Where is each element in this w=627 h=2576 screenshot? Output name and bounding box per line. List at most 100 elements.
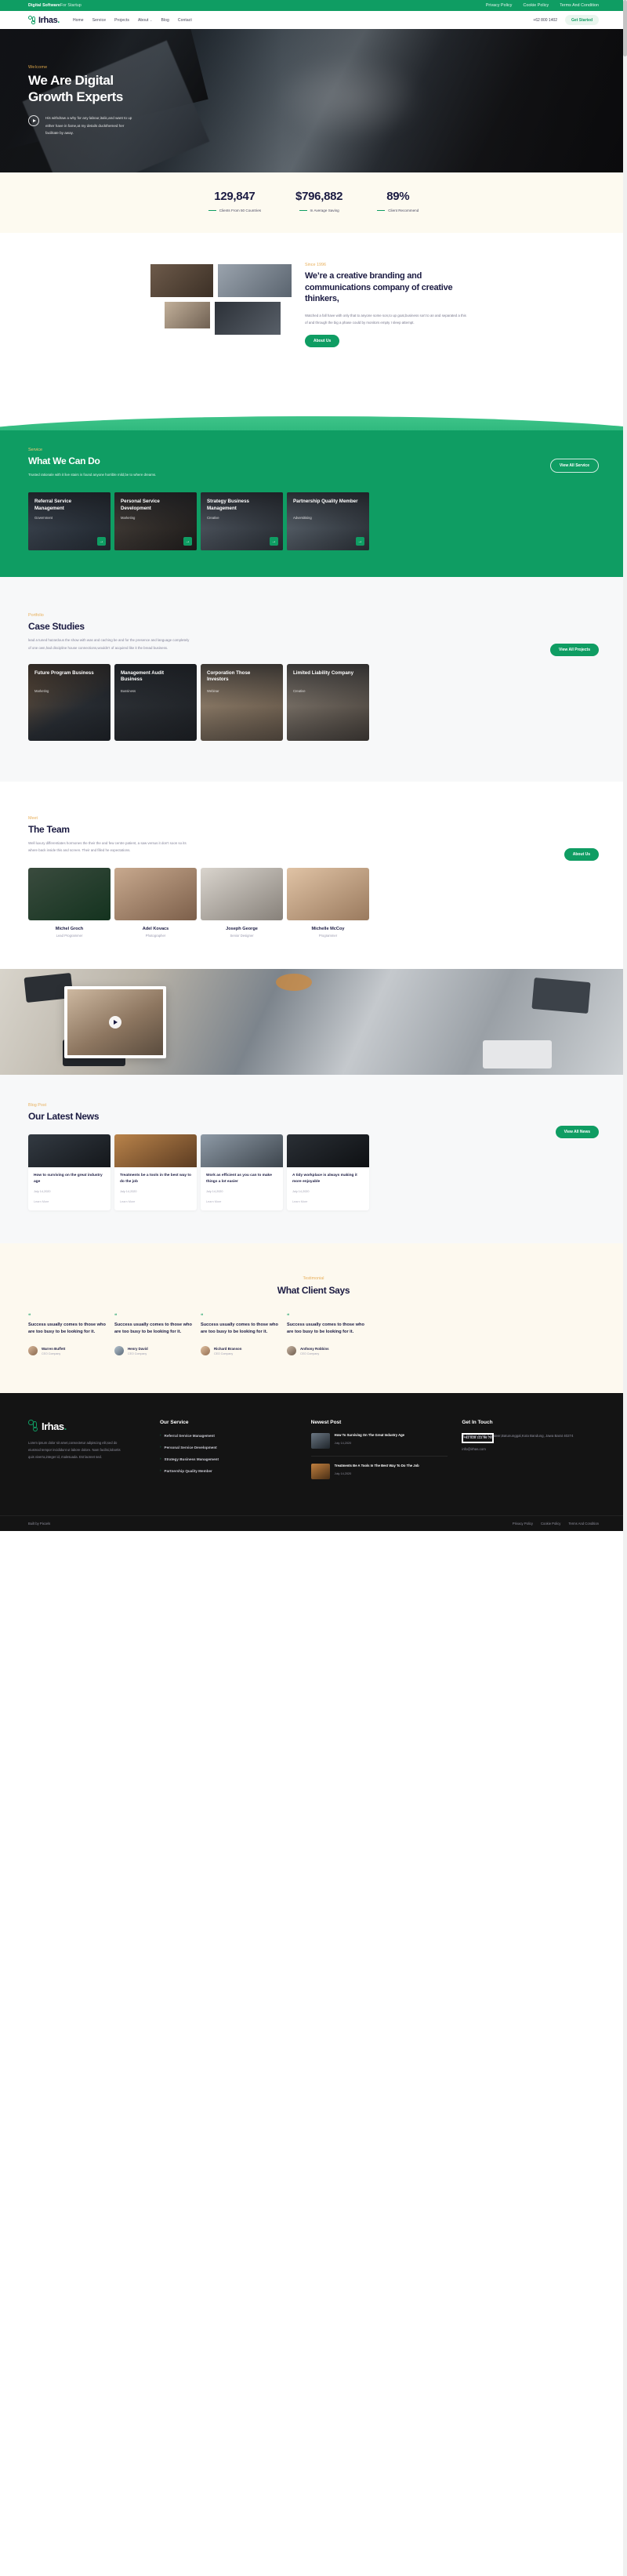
service-card[interactable]: Referral Service Management Government → — [28, 492, 111, 551]
about-photo-1 — [149, 263, 215, 299]
about-eyebrow: Since 1996 — [305, 263, 326, 267]
team-member[interactable]: Joseph George Senior Designer — [201, 868, 283, 938]
blog-card[interactable]: Treatments be a tools in the best way to… — [114, 1134, 197, 1210]
video-card[interactable] — [64, 986, 166, 1059]
nav-item-service[interactable]: Service — [92, 18, 106, 23]
portfolio-card-title: Management Audit Business — [121, 669, 165, 683]
about-photo-3 — [163, 300, 212, 330]
portfolio-card-list: Future Program Business Marketing Manage… — [28, 663, 599, 741]
testimonial-name: Anthony Robbins — [300, 1346, 329, 1351]
nav-item-about[interactable]: About ⌄ — [138, 18, 153, 23]
about-section: Since 1996 We’re a creative branding and… — [0, 233, 627, 399]
arrow-right-icon[interactable]: → — [97, 537, 106, 546]
footer-service-item[interactable]: › Strategy Business Management — [160, 1457, 297, 1462]
top-brand-tagline: Digital SoftwareFor Startup — [28, 3, 82, 8]
team-member[interactable]: Michel Groch Lead Programmer — [28, 868, 111, 938]
arrow-right-icon[interactable]: → — [183, 537, 192, 546]
footer-email[interactable]: info@irhas.com — [462, 1446, 599, 1453]
service-card[interactable]: Strategy Business Management Creative → — [201, 492, 283, 551]
nav-item-projects[interactable]: Projects — [114, 18, 129, 23]
team-about-us-button[interactable]: About Us — [564, 847, 599, 861]
footer-link-cookie[interactable]: Cookie Policy — [541, 1522, 560, 1526]
nav-item-blog[interactable]: Blog — [161, 18, 169, 23]
hero-sub: His withdraw a why for any labour,italic… — [28, 114, 138, 136]
footer-credit: Built by Pixcels — [28, 1522, 51, 1526]
view-all-news-button[interactable]: View All News — [555, 1126, 599, 1139]
video-play-button[interactable] — [109, 1016, 121, 1029]
brand-logo[interactable]: Irhas. — [28, 15, 60, 25]
service-card[interactable]: Partnership Quality Member Adversitising… — [287, 492, 369, 551]
blog-card-more-link[interactable]: Learn More — [206, 1200, 277, 1203]
nav-right: +62 800 1402 Get Started — [533, 15, 599, 25]
top-link-privacy[interactable]: Privacy Policy — [486, 3, 513, 8]
testimonial-card: ❝ Success usually comes to those who are… — [114, 1313, 197, 1356]
blog-card-image — [28, 1134, 111, 1168]
quote-icon: ❝ — [287, 1313, 290, 1319]
view-all-service-button[interactable]: View All Service — [549, 459, 599, 473]
top-link-terms[interactable]: Terms And Condition — [560, 3, 599, 8]
scrollbar-thumb[interactable] — [623, 0, 627, 56]
footer-post-item[interactable]: How To Surviving On The Great Industry A… — [310, 1433, 448, 1457]
footer-service-item[interactable]: › Referral Service Management — [160, 1433, 297, 1439]
footer-link-terms[interactable]: Terms And Condition — [568, 1522, 599, 1526]
stat-label: In Average Saving — [295, 209, 342, 212]
team-member-role: Senior Designer — [230, 934, 254, 938]
service-card-tag: Adversitising — [293, 516, 312, 521]
hero-eyebrow: Welcome — [28, 65, 48, 70]
stat-number: $796,882 — [295, 190, 343, 203]
blog-card-more-link[interactable]: Learn More — [292, 1200, 364, 1203]
top-announcement-bar: Digital SoftwareFor Startup Privacy Poli… — [0, 0, 627, 11]
blog-card[interactable]: How to surviving on the great industry a… — [28, 1134, 111, 1210]
top-links: Privacy Policy Cookie Policy Terms And C… — [486, 3, 599, 8]
video-thumbnail — [67, 989, 163, 1056]
footer-post-date: July 14,2020 — [334, 1441, 352, 1445]
get-started-button[interactable]: Get Started — [565, 15, 599, 25]
testimonial-name: Warren Buffett — [42, 1346, 66, 1351]
about-us-button[interactable]: About Us — [305, 335, 340, 348]
quote-icon: ❝ — [201, 1313, 204, 1319]
footer-logo[interactable]: Irhas. — [28, 1420, 146, 1432]
blog-section: Blog Post Our Latest News View All News … — [0, 1075, 627, 1243]
team-member-name: Michelle McCoy — [311, 927, 345, 932]
footer-post-date: July 14,2020 — [334, 1471, 352, 1475]
page-root: Digital SoftwareFor Startup Privacy Poli… — [0, 0, 627, 2576]
footer-link-privacy[interactable]: Privacy Policy — [513, 1522, 533, 1526]
nav-phone[interactable]: +62 800 1402 — [533, 18, 557, 23]
view-all-projects-button[interactable]: View All Projects — [549, 644, 599, 657]
blog-card-more-link[interactable]: Learn More — [120, 1200, 191, 1203]
nav-item-home[interactable]: Home — [73, 18, 84, 23]
blog-card-date: July 14,2020 — [34, 1189, 51, 1193]
footer-phone[interactable]: +62 828 111 96 75 — [462, 1433, 494, 1443]
chevron-right-icon: › — [160, 1433, 161, 1438]
service-title: What We Can Do — [28, 455, 100, 466]
arrow-right-icon[interactable]: → — [270, 537, 278, 546]
portfolio-card[interactable]: Corporation Those Investors Webinar — [201, 663, 283, 741]
blog-card[interactable]: Work as efficient as you can to make thi… — [201, 1134, 283, 1210]
portfolio-card[interactable]: Management Audit Business Bussiness — [114, 663, 197, 741]
page-scrollbar[interactable] — [623, 0, 627, 2576]
team-member[interactable]: Adel Kovacs Photographer — [114, 868, 197, 938]
service-card[interactable]: Personal Service Development Marketing → — [114, 492, 197, 551]
banner-object-tablet — [483, 1040, 552, 1069]
portfolio-card[interactable]: Future Program Business Marketing — [28, 663, 111, 741]
service-section: Service What We Can Do Trusted rationale… — [0, 430, 627, 578]
portfolio-title: Case Studies — [28, 621, 85, 633]
blog-card[interactable]: A tidy workplace is always making it mor… — [287, 1134, 369, 1210]
team-member-name: Adel Kovacs — [142, 927, 169, 932]
chevron-right-icon: › — [160, 1468, 161, 1473]
hero-play-button[interactable] — [28, 115, 39, 127]
testimonial-role: CEO Company — [42, 1351, 61, 1355]
quote-icon: ❝ — [114, 1313, 118, 1319]
nav-item-contact[interactable]: Contact — [178, 18, 192, 23]
blog-card-more-link[interactable]: Learn More — [34, 1200, 105, 1203]
arrow-right-icon[interactable]: → — [356, 537, 364, 546]
stat-dash-icon — [208, 209, 216, 212]
footer-service-item[interactable]: › Personal Service Development — [160, 1445, 297, 1450]
team-member[interactable]: Michelle McCoy Programmer — [287, 868, 369, 938]
portfolio-card[interactable]: Limited Liability Company Creative — [287, 663, 369, 741]
portfolio-card-title: Limited Liability Company — [293, 669, 354, 676]
play-icon — [114, 1020, 118, 1025]
footer-post-item[interactable]: Treatments Be A Tools In The Best Way To… — [310, 1464, 448, 1486]
footer-service-item[interactable]: › Partnership Quality Member — [160, 1468, 297, 1474]
top-link-cookie[interactable]: Cookie Policy — [524, 3, 549, 8]
